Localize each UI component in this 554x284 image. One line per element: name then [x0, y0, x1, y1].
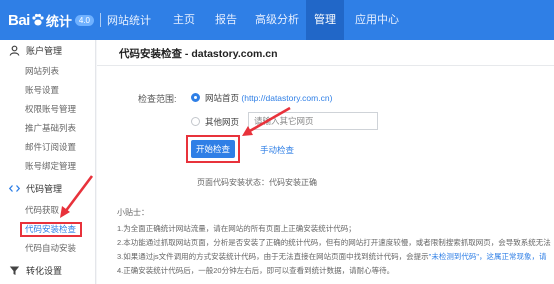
sidebar-item-auto-install[interactable]: 代码自动安装	[0, 239, 96, 257]
paw-icon	[32, 13, 44, 26]
sidebar-group-account[interactable]: 账户管理	[0, 40, 96, 60]
tip-item: 1.为全面正确统计网站流量，请在网站的所有页面上正确安装统计代码；	[117, 224, 356, 233]
main-panel: 代码安装检查 - datastory.com.cn 检查范围: 网站首页 (ht…	[97, 40, 554, 284]
sidebar-group-label: 代码管理	[26, 183, 63, 194]
nav-management[interactable]: 管理	[306, 0, 344, 40]
home-url: (http://datastory.com.cn)	[241, 93, 333, 103]
install-status-text: 页面代码安装状态：代码安装正确	[197, 178, 317, 187]
funnel-icon	[9, 265, 20, 276]
logo-divider	[99, 13, 101, 27]
sidebar-item-site-list[interactable]: 网站列表	[0, 62, 96, 80]
scope-label: 检查范围:	[138, 94, 177, 104]
nav-reports[interactable]: 报告	[210, 0, 242, 40]
sidebar-item-promotion-list[interactable]: 推广基础列表	[0, 119, 96, 137]
sidebar-group-conversion[interactable]: 转化设置	[0, 260, 96, 280]
sidebar-item-permission-accounts[interactable]: 权限账号管理	[0, 100, 96, 118]
option-home-page[interactable]: 网站首页 (http://datastory.com.cn)	[205, 92, 332, 104]
option-home-label: 网站首页	[205, 93, 240, 103]
sidebar-item-email-subscription[interactable]: 邮件订阅设置	[0, 138, 96, 156]
sidebar-item-account-binding[interactable]: 账号绑定管理	[0, 157, 96, 175]
product-name: 网站统计	[106, 15, 151, 27]
logo-text: Bai	[8, 11, 30, 29]
radio-other-page[interactable]	[191, 117, 200, 126]
highlight-box-sidebar-item	[20, 222, 82, 237]
sidebar-item-get-code[interactable]: 代码获取	[0, 201, 96, 219]
manual-check-link[interactable]: 手动检查	[260, 144, 294, 156]
sidebar: 账户管理 网站列表 账号设置 权限账号管理 推广基础列表 邮件订阅设置 账号绑定…	[0, 40, 96, 284]
top-navigation-bar: Bai 统计 4.0 网站统计 主页 报告 高级分析 管理 应用中心	[0, 0, 554, 40]
radio-home-page[interactable]	[191, 93, 200, 102]
sidebar-group-label: 账户管理	[26, 45, 63, 56]
sidebar-group-label: 转化设置	[26, 265, 63, 276]
nav-app-center[interactable]: 应用中心	[352, 0, 402, 40]
nav-advanced-analysis[interactable]: 高级分析	[252, 0, 302, 40]
baidu-tongji-logo[interactable]: Bai 统计 4.0 网站统计	[8, 10, 151, 30]
version-badge: 4.0	[74, 14, 94, 26]
tips-title: 小贴士：	[117, 208, 149, 217]
tip-item: 3.如果通过js文件调用的方式安装统计代码，由于无法直接在网站页面中找到统计代码…	[117, 252, 547, 261]
sidebar-group-code[interactable]: 代码管理	[0, 178, 96, 198]
sidebar-item-account-settings[interactable]: 账号设置	[0, 81, 96, 99]
title-divider	[97, 65, 554, 66]
code-icon	[9, 183, 20, 194]
option-other-page[interactable]: 其他网页	[205, 116, 239, 128]
tip-item: 4.正确安装统计代码后，一般20分钟左右后，即可以查看到统计数据，请耐心等待。	[117, 266, 395, 275]
person-icon	[9, 45, 20, 56]
page-title: 代码安装检查 - datastory.com.cn	[119, 48, 278, 60]
tip-item: 2.本功能通过抓取网站页面，分析是否安装了正确的统计代码，但有的网站打开速度较慢…	[117, 238, 551, 247]
highlight-box-button	[186, 135, 240, 163]
other-page-url-input[interactable]: 请输入其它网页	[248, 112, 378, 130]
logo-tongji-text: 统计	[45, 13, 72, 29]
nav-home[interactable]: 主页	[168, 0, 200, 40]
